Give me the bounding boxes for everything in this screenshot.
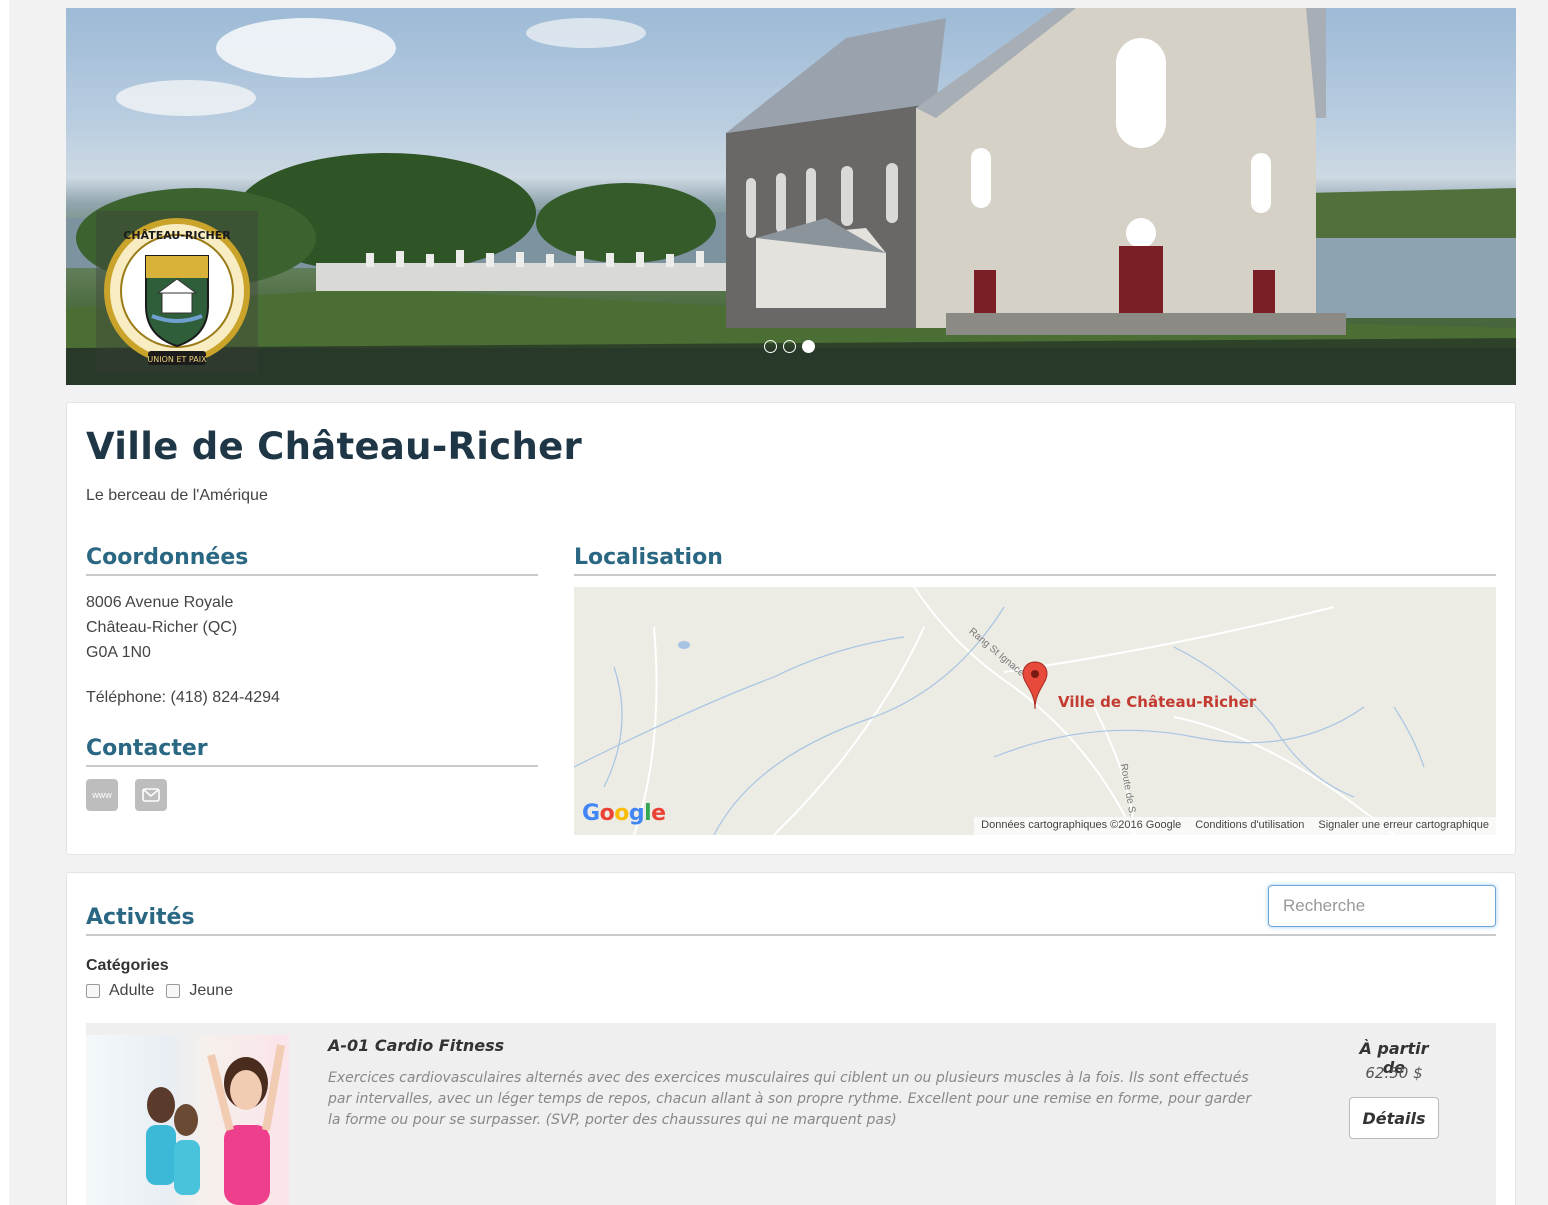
map-data-credit: Données cartographiques ©2016 Google — [981, 819, 1182, 831]
carousel-dot-1[interactable] — [764, 340, 777, 353]
address-line-3: G0A 1N0 — [86, 644, 151, 661]
church-photo — [66, 8, 1516, 385]
checkbox-adulte[interactable] — [86, 984, 100, 998]
category-filters: Adulte Jeune — [86, 982, 233, 1000]
activity-description: Exercices cardiovasculaires alternés ave… — [328, 1070, 1252, 1128]
category-label-jeune: Jeune — [189, 982, 233, 999]
email-icon[interactable] — [135, 779, 167, 811]
address-line-2: Château-Richer (QC) — [86, 619, 238, 636]
city-info-panel: Ville de Château-Richer Le berceau de l'… — [66, 402, 1516, 855]
map-roads — [574, 587, 1425, 835]
address-block: 8006 Avenue Royale Château-Richer (QC) G… — [86, 590, 237, 665]
activities-panel: Activités Catégories Adulte Jeune — [66, 872, 1516, 1205]
coordonnees-heading: Coordonnées — [86, 545, 538, 576]
checkbox-jeune[interactable] — [166, 984, 181, 998]
activity-item: A-01 Cardio Fitness Exercices cardiovasc… — [86, 1023, 1496, 1205]
activity-image — [86, 1035, 289, 1205]
hero-carousel[interactable]: CHÂTEAU-RICHER UNION ET PAIX — [66, 8, 1516, 385]
google-logo[interactable]: Google — [582, 801, 666, 826]
activity-name[interactable]: A-01 Cardio Fitness — [328, 1036, 504, 1055]
website-icon-label: www — [92, 790, 112, 800]
category-filter-jeune[interactable]: Jeune — [166, 982, 233, 1000]
localisation-heading: Localisation — [574, 545, 1496, 576]
envelope-icon — [142, 788, 160, 802]
city-crest-icon: CHÂTEAU-RICHER UNION ET PAIX — [104, 218, 250, 365]
phone-number: Téléphone: (418) 824-4294 — [86, 689, 280, 706]
address-line-1: 8006 Avenue Royale — [86, 594, 234, 611]
activity-price: 62.50 $ — [1365, 1064, 1423, 1082]
map-terms-link[interactable]: Conditions d'utilisation — [1188, 817, 1311, 835]
map-marker-label: Ville de Château-Richer — [1058, 693, 1257, 711]
activites-heading: Activités — [86, 905, 1496, 936]
category-label-adulte: Adulte — [109, 982, 155, 999]
category-filter-adulte[interactable]: Adulte — [86, 982, 154, 1000]
carousel-dot-2[interactable] — [783, 340, 796, 353]
location-map[interactable]: Rang St Ignace Route de S... Ville de Ch… — [574, 587, 1496, 835]
map-report-link[interactable]: Signaler une erreur cartographique — [1311, 817, 1496, 835]
carousel-dot-3[interactable] — [802, 340, 815, 353]
contact-links: www — [86, 779, 167, 811]
categories-heading: Catégories — [86, 957, 169, 974]
svg-text:CHÂTEAU-RICHER: CHÂTEAU-RICHER — [123, 229, 231, 242]
website-icon[interactable]: www — [86, 779, 118, 811]
svg-text:UNION ET PAIX: UNION ET PAIX — [147, 355, 207, 364]
map-attribution: Données cartographiques ©2016 Google Con… — [974, 817, 1496, 835]
city-tagline: Le berceau de l'Amérique — [86, 487, 268, 504]
page-title: Ville de Château-Richer — [86, 425, 583, 468]
city-logo: CHÂTEAU-RICHER UNION ET PAIX — [96, 211, 258, 373]
carousel-indicators — [764, 340, 815, 353]
details-button[interactable]: Détails — [1349, 1097, 1439, 1139]
contacter-heading: Contacter — [86, 736, 538, 767]
